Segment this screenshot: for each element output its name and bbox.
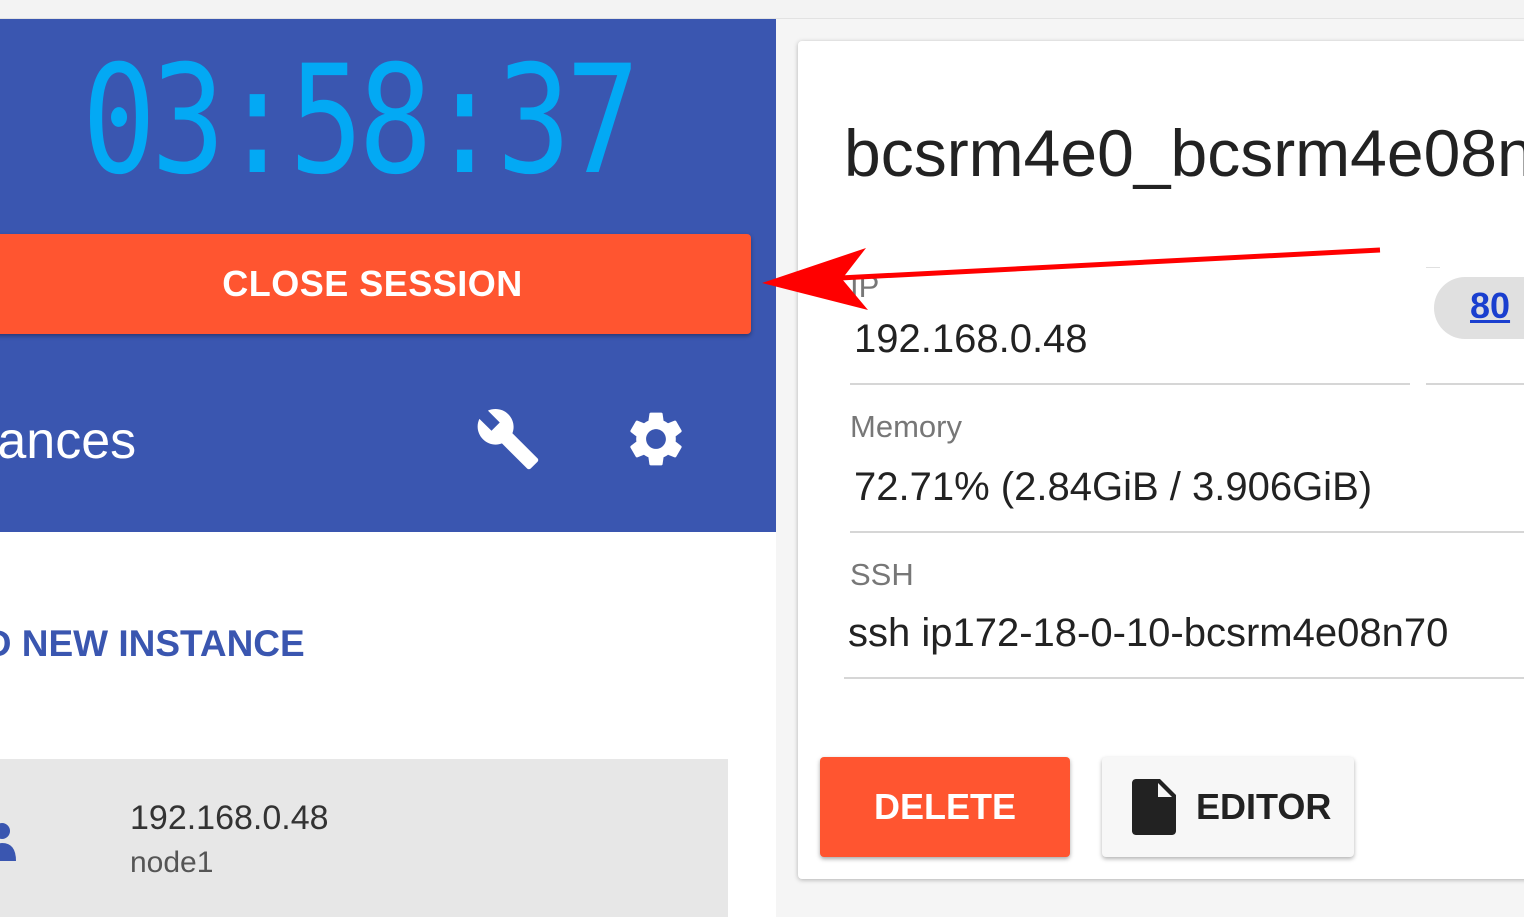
ip-value[interactable]: 192.168.0.48 (854, 317, 1088, 362)
port-chip: 80 (1434, 277, 1524, 339)
gear-icon (623, 406, 689, 477)
memory-label: Memory (850, 409, 962, 444)
ip-field-underline (850, 383, 1410, 385)
ssh-value[interactable]: ssh ip172-18-0-10-bcsrm4e08n70 (848, 611, 1448, 656)
instance-list-item[interactable]: 192.168.0.48 node1 (0, 759, 728, 917)
port-field-top-edge (1426, 267, 1440, 268)
settings-button[interactable] (616, 401, 696, 481)
templates-button[interactable] (468, 401, 548, 481)
wrench-icon (475, 406, 541, 477)
instance-title: bcsrm4e0_bcsrm4e08n (844, 116, 1524, 190)
instance-hostname: node1 (130, 846, 214, 879)
memory-value: 72.71% (2.84GiB / 3.906GiB) (854, 465, 1373, 509)
file-icon (1130, 779, 1178, 835)
delete-instance-button[interactable]: DELETE (820, 757, 1070, 857)
instances-heading: nstances (0, 412, 137, 470)
ssh-field-underline (844, 677, 1524, 679)
add-new-instance-button[interactable]: DD NEW INSTANCE (0, 619, 305, 669)
ssh-label: SSH (850, 557, 914, 592)
port-field-underline (1426, 383, 1524, 385)
browser-top-edge (0, 0, 1524, 19)
instance-detail-card: bcsrm4e0_bcsrm4e08n IP 192.168.0.48 80 M… (798, 41, 1524, 879)
instance-ip: 192.168.0.48 (130, 799, 329, 837)
user-icon (0, 821, 22, 874)
session-header: 03:58:37 CLOSE SESSION nstances (0, 19, 776, 532)
ip-label: IP (850, 269, 880, 304)
session-sidebar: 03:58:37 CLOSE SESSION nstances DD NEW I… (0, 19, 776, 917)
port-80-link[interactable]: 80 (1470, 285, 1510, 327)
instance-detail-panel: bcsrm4e0_bcsrm4e08n IP 192.168.0.48 80 M… (776, 19, 1524, 917)
editor-button[interactable]: EDITOR (1102, 757, 1354, 857)
memory-field-underline (850, 531, 1524, 533)
editor-button-label: EDITOR (1196, 786, 1332, 827)
close-session-button[interactable]: CLOSE SESSION (0, 234, 751, 334)
session-timer: 03:58:37 (82, 34, 640, 208)
